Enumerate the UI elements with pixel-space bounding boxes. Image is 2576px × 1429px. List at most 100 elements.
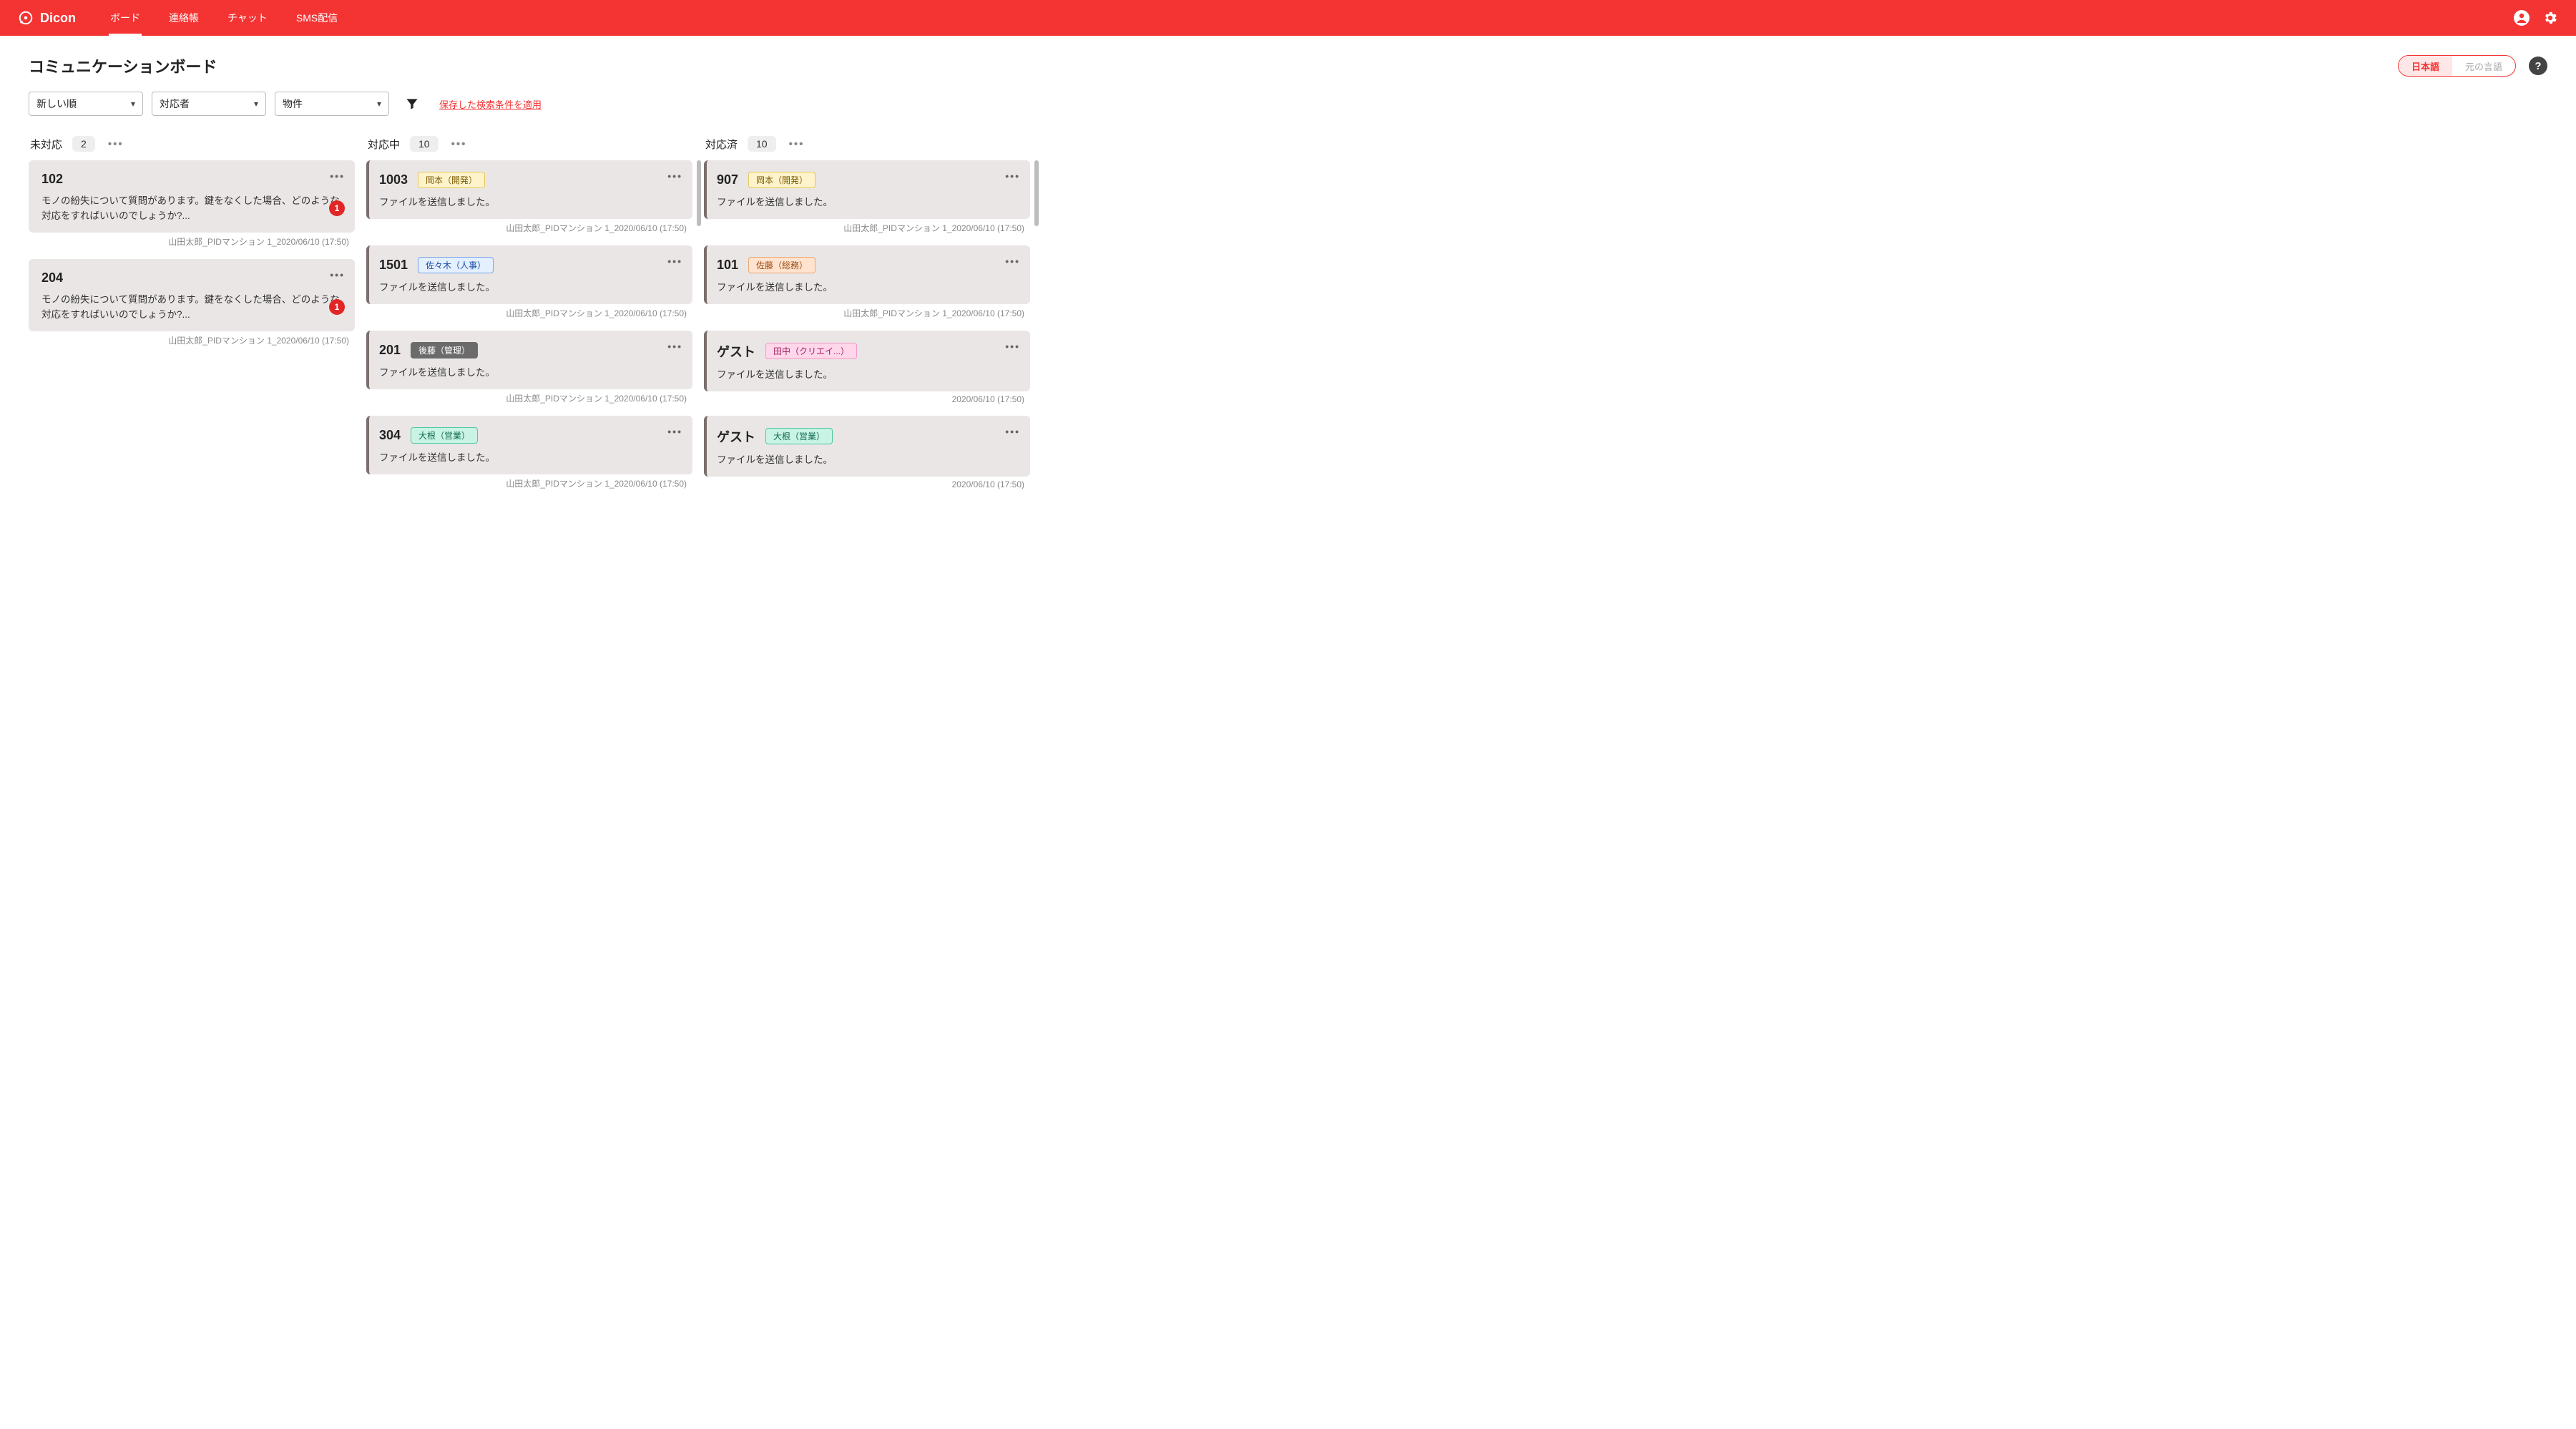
page-title: コミュニケーションボード [29,54,2398,77]
card-room: 907 [717,172,738,187]
card-meta: 2020/06/10 (17:50) [704,391,1030,411]
chevron-down-icon: ▾ [254,99,258,109]
board-card[interactable]: 101 佐藤（総務） ••• ファイルを送信しました。 [704,245,1030,304]
column-head: 対応中 10 ••• [366,133,701,160]
card-unread-badge: 1 [329,299,345,315]
chevron-down-icon: ▾ [131,99,135,109]
card-meta: 山田太郎_PIDマンション 1_2020/06/10 (17:50) [29,233,355,255]
select-assignee-value: 対応者 [160,97,190,111]
card-meta: 山田太郎_PIDマンション 1_2020/06/10 (17:50) [366,304,692,326]
card-meta: 山田太郎_PIDマンション 1_2020/06/10 (17:50) [366,474,692,497]
card-room: 304 [379,428,401,443]
card-tag: 大根（営業） [411,427,478,444]
card-more-icon[interactable]: ••• [667,426,682,437]
apply-saved-criteria-link[interactable]: 保存した検索条件を適用 [439,97,542,111]
column-count: 10 [410,136,439,152]
select-sort[interactable]: 新しい順 ▾ [29,92,143,116]
card-message: ファイルを送信しました。 [379,451,680,466]
column-title: 対応中 [368,137,400,152]
nav-tab[interactable]: 連絡帳 [155,0,213,36]
scrollbar-thumb[interactable] [697,160,701,226]
select-property[interactable]: 物件 ▾ [275,92,389,116]
card-message: ファイルを送信しました。 [717,281,1017,296]
brand-name: Dicon [40,11,76,26]
column-head: 未対応 2 ••• [29,133,363,160]
board-card[interactable]: ゲスト大根（営業）•••ファイルを送信しました。 [704,416,1030,477]
card-tag: 大根（営業） [765,428,833,444]
card-tag: 岡本（開発） [418,172,485,188]
column-more-icon[interactable]: ••• [451,138,467,150]
column-head: 対応済 10 ••• [704,133,1039,160]
brand[interactable]: Dicon [17,9,76,26]
board-card[interactable]: 1501佐々木（人事）•••ファイルを送信しました。 [366,245,692,304]
language-option-ja[interactable]: 日本語 [2399,56,2452,76]
card-room: 1003 [379,172,408,187]
card-top: 304 大根（営業） [379,427,680,444]
card-room: ゲスト [717,427,755,446]
card-top: 101 佐藤（総務） [717,257,1017,273]
page-head: コミュニケーションボード 日本語 元の言語 ? [0,36,2576,83]
nav-tab[interactable]: ボード [96,0,155,36]
card-more-icon[interactable]: ••• [1005,170,1020,182]
column-more-icon[interactable]: ••• [789,138,805,150]
filters-row: 新しい順 ▾ 対応者 ▾ 物件 ▾ 保存した検索条件を適用 [0,83,2576,120]
board-card[interactable]: 1003岡本（開発）•••ファイルを送信しました。 [366,160,692,219]
account-icon[interactable] [2513,9,2530,26]
card-tag: 岡本（開発） [748,172,816,188]
column-title: 対応済 [705,137,738,152]
card-message: ファイルを送信しました。 [379,281,680,296]
card-meta: 山田太郎_PIDマンション 1_2020/06/10 (17:50) [366,389,692,411]
filter-funnel-icon[interactable] [405,97,419,111]
board-card[interactable]: 204 ••• モノの紛失について質問があります。鍵をなくした場合、どのような対応を… [29,259,355,331]
help-icon[interactable]: ? [2529,57,2547,75]
column-more-icon[interactable]: ••• [108,138,124,150]
card-tag: 佐藤（総務） [748,257,816,273]
card-more-icon[interactable]: ••• [1005,255,1020,267]
card-message: ファイルを送信しました。 [717,368,1017,383]
card-more-icon[interactable]: ••• [1005,341,1020,352]
nav-tab[interactable]: チャット [213,0,282,36]
column-scrollbar[interactable] [697,160,701,497]
card-room: 102 [41,172,63,187]
card-more-icon[interactable]: ••• [667,170,682,182]
card-meta: 山田太郎_PIDマンション 1_2020/06/10 (17:50) [704,219,1030,241]
card-more-icon[interactable]: ••• [1005,426,1020,437]
card-more-icon[interactable]: ••• [667,341,682,352]
card-meta: 山田太郎_PIDマンション 1_2020/06/10 (17:50) [366,219,692,241]
column-body: 1003岡本（開発）•••ファイルを送信しました。山田太郎_PIDマンション 1… [366,160,701,497]
card-top: ゲスト大根（営業） [717,427,1017,446]
scrollbar-thumb[interactable] [1034,160,1039,226]
card-more-icon[interactable]: ••• [330,269,345,281]
board-card[interactable]: 102 ••• モノの紛失について質問があります。鍵をなくした場合、どのような対応を… [29,160,355,233]
card-message: ファイルを送信しました。 [379,366,680,381]
board-column: 対応済 10 ••• 907 岡本（開発） ••• ファイルを送信しました。 山田太郎_PID… [704,133,1039,497]
card-more-icon[interactable]: ••• [667,255,682,267]
column-count: 10 [748,136,776,152]
board-card[interactable]: ゲスト田中（クリエイ...）••• ファイルを送信しました。 [704,331,1030,391]
card-tag: 田中（クリエイ...） [765,343,857,359]
card-top: ゲスト田中（クリエイ...） [717,342,1017,361]
board-card[interactable]: 304 大根（営業） ••• ファイルを送信しました。 [366,416,692,474]
nav-tab[interactable]: SMS配信 [282,0,352,36]
card-message: ファイルを送信しました。 [717,453,1017,468]
card-top: 102 [41,172,342,187]
column-count: 2 [72,136,95,152]
card-message: モノの紛失について質問があります。鍵をなくした場合、どのような対応をすればいいの… [41,293,342,323]
column-scrollbar[interactable] [1034,160,1039,497]
card-more-icon[interactable]: ••• [330,170,345,182]
card-top: 201後藤（管理） [379,342,680,359]
select-assignee[interactable]: 対応者 ▾ [152,92,266,116]
chevron-down-icon: ▾ [377,99,381,109]
card-top: 1003 岡本（開発） [379,172,680,188]
card-top: 204 [41,270,342,286]
card-room: 101 [717,258,738,273]
board-card[interactable]: 907岡本（開発）•••ファイルを送信しました。 [704,160,1030,219]
settings-gear-icon[interactable] [2542,9,2559,26]
card-tag: 佐々木（人事） [418,257,494,273]
column-title: 未対応 [30,137,62,152]
board-card[interactable]: 201後藤（管理）••• ファイルを送信しました。 [366,331,692,389]
card-room: 201 [379,343,401,358]
card-message: モノの紛失について質問があります。鍵をなくした場合、どのような対応をすればいいの… [41,194,342,224]
language-option-original[interactable]: 元の言語 [2452,56,2515,76]
card-room: 204 [41,270,63,286]
